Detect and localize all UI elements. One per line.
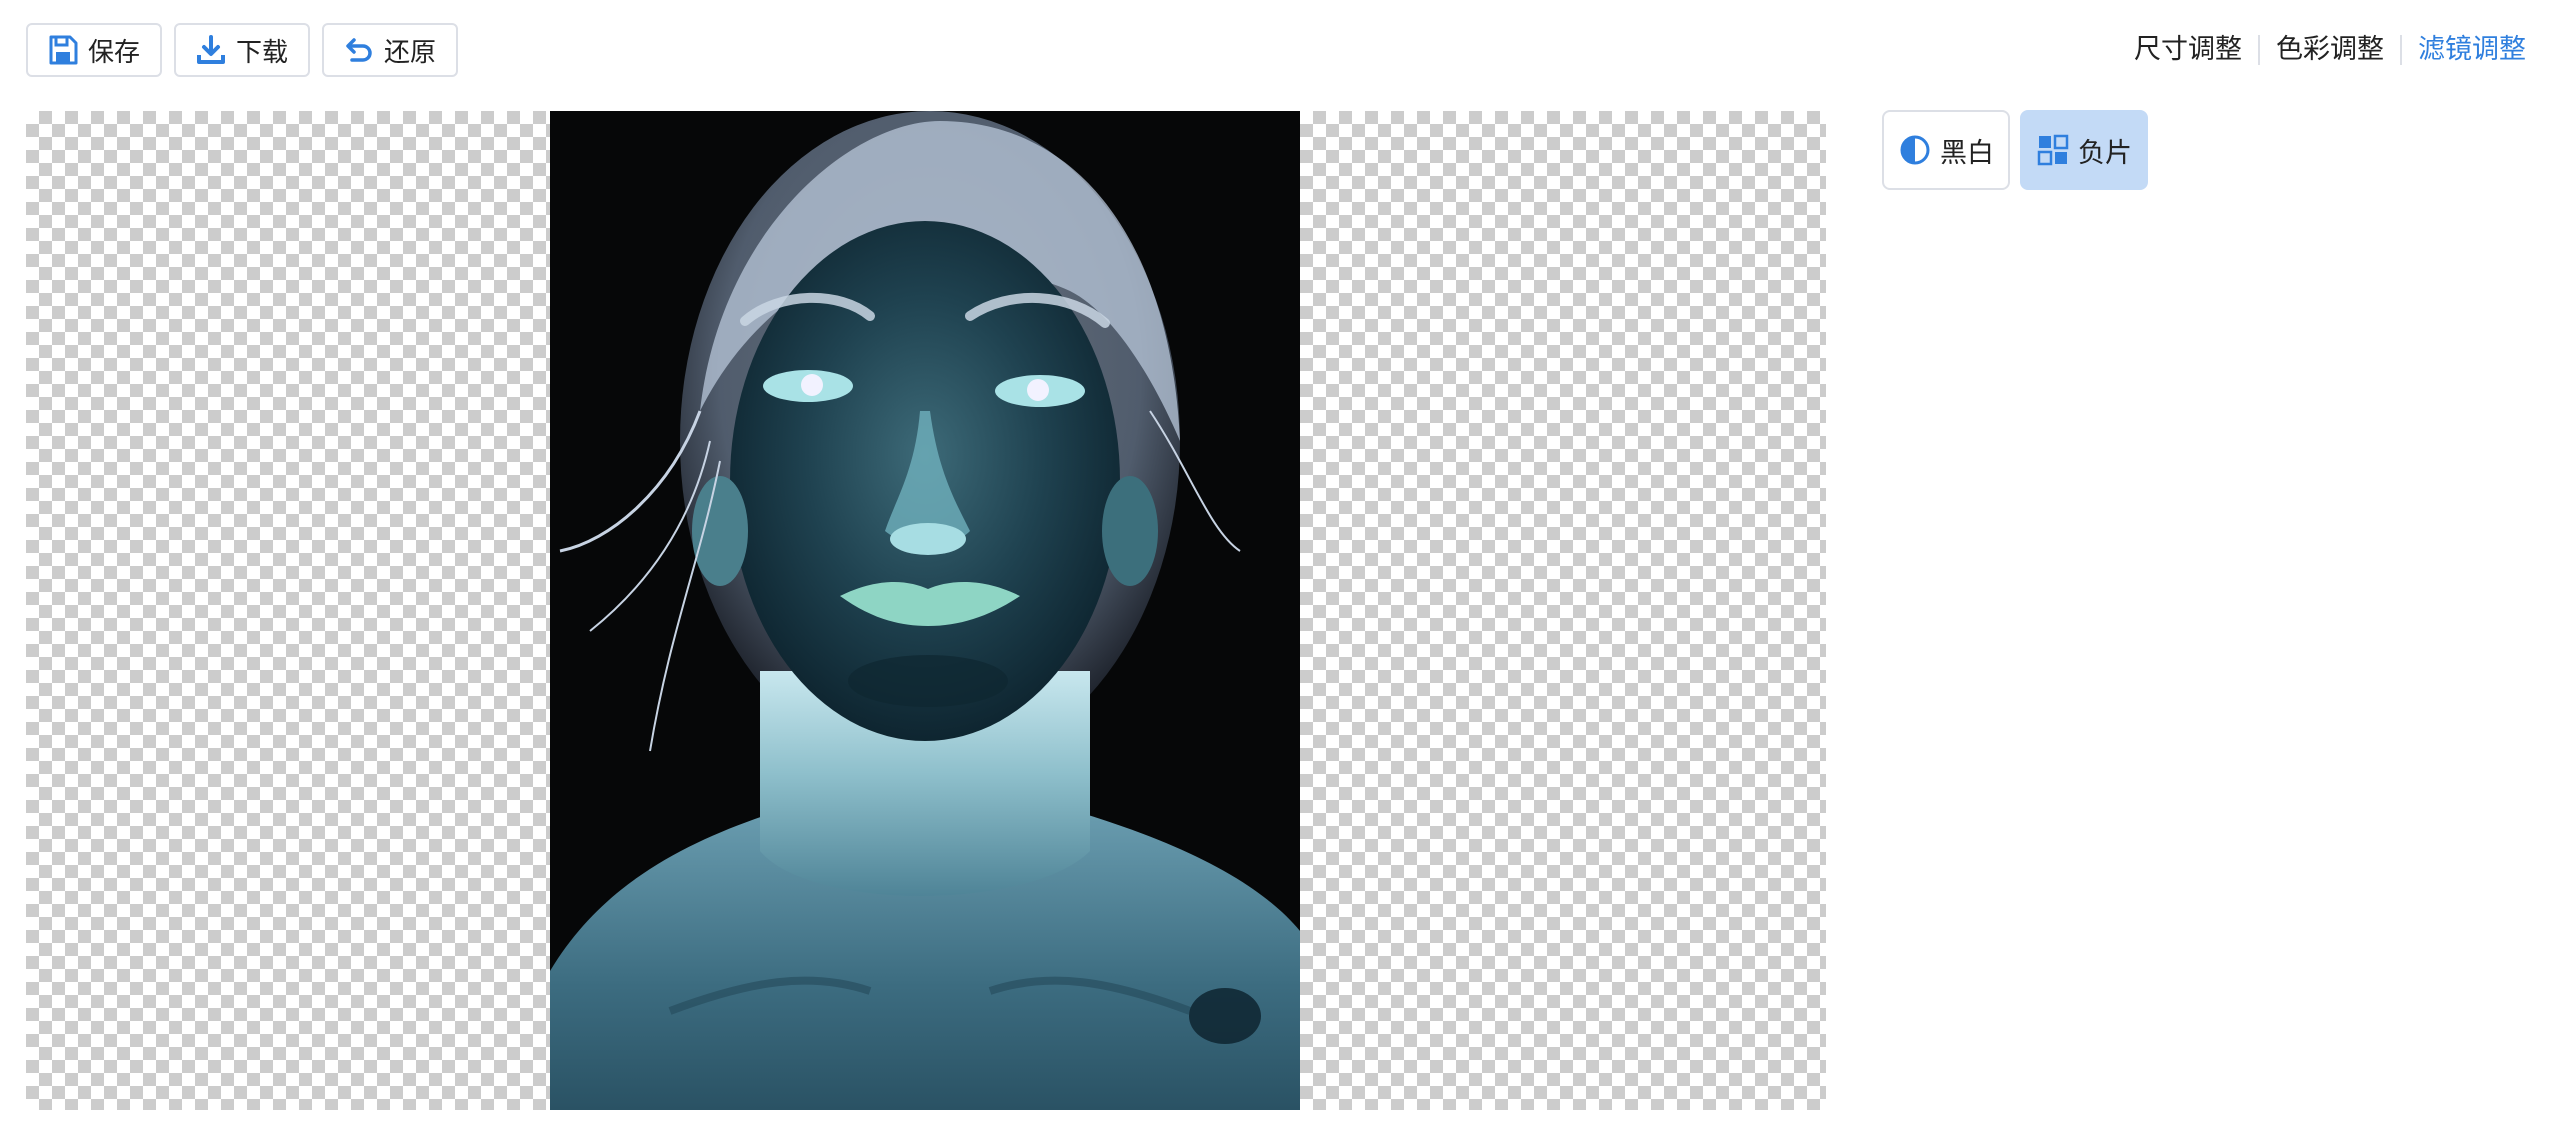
toolbar: 保存 下载 还原 (26, 23, 459, 77)
tab-size-adjust[interactable]: 尺寸调整 (2118, 30, 2258, 70)
download-label: 下载 (236, 37, 289, 68)
negative-icon (2036, 133, 2070, 167)
save-label: 保存 (88, 37, 141, 68)
filter-negative-label: 负片 (2078, 137, 2132, 169)
restore-button[interactable]: 还原 (322, 23, 459, 77)
download-button[interactable]: 下载 (174, 23, 311, 77)
contrast-icon (1898, 133, 1932, 167)
download-icon (194, 33, 228, 67)
filter-black-white-button[interactable]: 黑白 (1882, 110, 2010, 190)
restore-label: 还原 (384, 37, 437, 68)
adjustment-tabs: 尺寸调整 色彩调整 滤镜调整 (2118, 30, 2542, 70)
image-editor: 保存 下载 还原 尺寸调整 色彩调整 滤镜调整 黑白 负片 (0, 0, 2554, 1148)
image-canvas[interactable] (26, 111, 1826, 1110)
filter-black-white-label: 黑白 (1940, 137, 1994, 169)
tab-color-adjust[interactable]: 色彩调整 (2260, 30, 2400, 70)
tab-filter-adjust[interactable]: 滤镜调整 (2402, 30, 2542, 70)
save-button[interactable]: 保存 (26, 23, 163, 77)
edited-photo (550, 111, 1300, 1110)
undo-icon (342, 33, 376, 67)
negative-portrait-image (550, 111, 1300, 1110)
save-icon (46, 33, 80, 67)
filter-negative-button[interactable]: 负片 (2020, 110, 2148, 190)
filter-options: 黑白 负片 (1882, 110, 2148, 190)
